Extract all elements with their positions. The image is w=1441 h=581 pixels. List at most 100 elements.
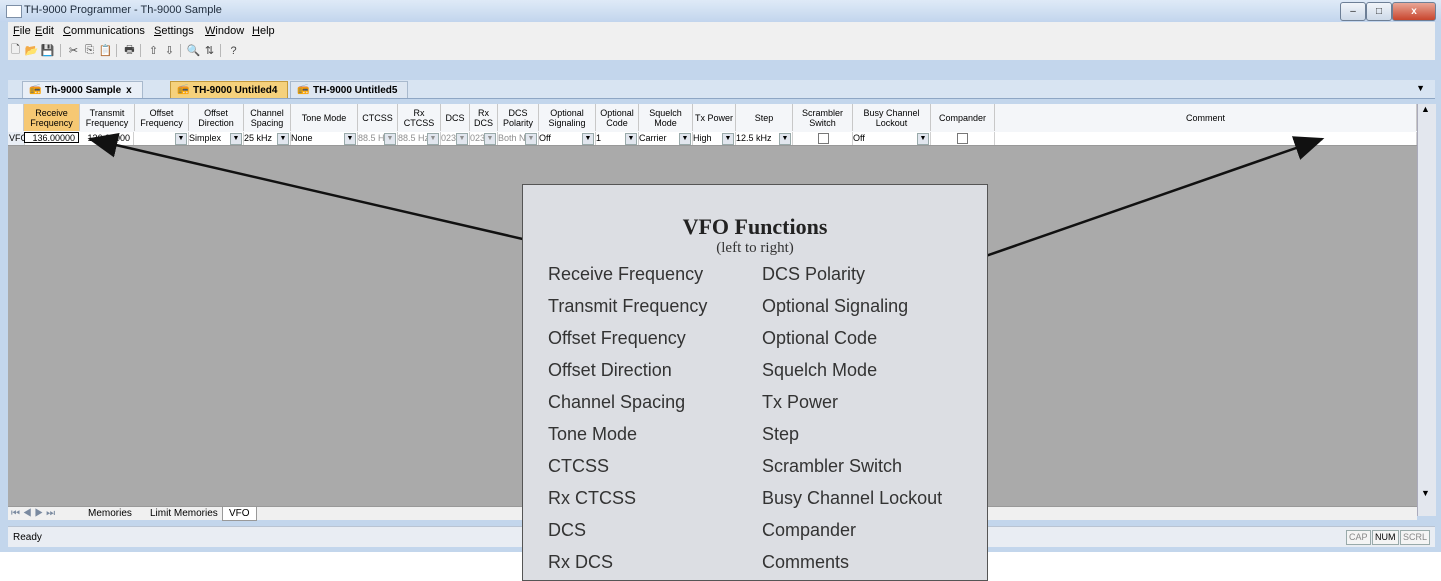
header-optional-signaling[interactable]: Optional Signaling <box>539 104 596 131</box>
dropdown-arrow-icon[interactable]: ▼ <box>384 133 396 145</box>
print-icon[interactable]: 🖶 <box>122 43 137 58</box>
cell-comment[interactable] <box>995 132 1417 145</box>
dropdown-arrow-icon[interactable]: ▼ <box>722 133 734 145</box>
dropdown-arrow-icon[interactable]: ▼ <box>525 133 537 145</box>
sheet-nav-icon[interactable]: ⏮ ◀ ▶ ⏭ <box>11 507 55 520</box>
sheet-tab-limit-memories[interactable]: Limit Memories <box>150 507 218 520</box>
cell-value: None <box>291 133 313 143</box>
cell-offset-frequency[interactable]: ▼ <box>135 132 189 145</box>
close-button[interactable]: x <box>1392 2 1436 21</box>
header-busy-channel-lockout[interactable]: Busy Channel Lockout <box>853 104 931 131</box>
find-icon[interactable]: 🔍 <box>186 43 201 58</box>
open-icon[interactable]: 📂 <box>24 43 39 58</box>
cell-dcs[interactable]: 023 ▼ <box>441 132 470 145</box>
move-down-icon[interactable]: ⇩ <box>162 43 177 58</box>
cell-value: Carrier <box>639 133 667 143</box>
function-label: Rx DCS <box>548 552 614 572</box>
cell-step[interactable]: 12.5 kHz ▼ <box>736 132 793 145</box>
header-step[interactable]: Step <box>736 104 793 131</box>
header-offset-direction[interactable]: Offset Direction <box>189 104 244 131</box>
scrambler-checkbox[interactable] <box>818 133 829 144</box>
menu-communications[interactable]: Communications <box>63 25 145 37</box>
header-tx-power[interactable]: Tx Power <box>693 104 736 131</box>
header-rx-dcs[interactable]: Rx DCS <box>470 104 498 131</box>
paste-icon[interactable]: 📋 <box>98 43 113 58</box>
dropdown-arrow-icon[interactable]: ▼ <box>230 133 242 145</box>
header-transmit-frequency[interactable]: Transmit Frequency <box>80 104 135 131</box>
menu-help[interactable]: Help <box>252 25 275 37</box>
help-icon[interactable]: ? <box>226 43 241 58</box>
tab-untitled5[interactable]: 📻 TH-9000 Untitled5 <box>290 81 409 98</box>
cell-channel-spacing[interactable]: 25 kHz ▼ <box>244 132 291 145</box>
cell-offset-direction[interactable]: Simplex ▼ <box>189 132 244 145</box>
menu-edit[interactable]: Edit <box>35 25 54 37</box>
menu-file[interactable]: File <box>13 25 31 37</box>
dropdown-arrow-icon[interactable]: ▼ <box>427 133 439 145</box>
cell-busy-channel-lockout[interactable]: Off ▼ <box>853 132 931 145</box>
cell-tx-power[interactable]: High ▼ <box>693 132 736 145</box>
cell-optional-code[interactable]: 1 ▼ <box>596 132 639 145</box>
vertical-scrollbar[interactable]: ▲ ▼ <box>1417 104 1436 516</box>
menu-window[interactable]: Window <box>205 25 244 37</box>
dropdown-arrow-icon[interactable]: ▼ <box>917 133 929 145</box>
cell-ctcss[interactable]: 88.5 Hz ▼ <box>358 132 398 145</box>
header-dcs-polarity[interactable]: DCS Polarity <box>498 104 539 131</box>
cell-compander[interactable] <box>931 132 995 145</box>
header-compander[interactable]: Compander <box>931 104 995 131</box>
copy-icon[interactable]: ⎘ <box>82 43 97 58</box>
menu-settings[interactable]: Settings <box>154 25 194 37</box>
row-header-vfo[interactable]: VFO <box>8 132 25 145</box>
cell-squelch-mode[interactable]: Carrier ▼ <box>639 132 693 145</box>
header-tone-mode[interactable]: Tone Mode <box>291 104 358 131</box>
cell-transmit-frequency[interactable]: 136.00000 <box>80 132 134 145</box>
sort-icon[interactable]: ⇅ <box>202 43 217 58</box>
cell-tone-mode[interactable]: None ▼ <box>291 132 358 145</box>
toolbar-separator <box>116 44 117 57</box>
function-label: DCS <box>548 520 587 540</box>
cell-scrambler-switch[interactable] <box>793 132 853 145</box>
header-channel-spacing[interactable]: Channel Spacing <box>244 104 291 131</box>
dropdown-arrow-icon[interactable]: ▼ <box>175 133 187 145</box>
header-squelch-mode[interactable]: Squelch Mode <box>639 104 693 131</box>
header-optional-code[interactable]: Optional Code <box>596 104 639 131</box>
cell-rx-ctcss[interactable]: 88.5 Hz ▼ <box>398 132 441 145</box>
radio-icon: 📻 <box>29 84 42 95</box>
header-receive-frequency[interactable]: Receive Frequency <box>24 104 80 131</box>
cut-icon[interactable]: ✂ <box>66 43 81 58</box>
dropdown-arrow-icon[interactable]: ▼ <box>344 133 356 145</box>
dropdown-arrow-icon[interactable]: ▼ <box>779 133 791 145</box>
tab-untitled4[interactable]: 📻 TH-9000 Untitled4 <box>170 81 289 98</box>
header-dcs[interactable]: DCS <box>441 104 470 131</box>
save-icon[interactable]: 💾 <box>40 43 55 58</box>
tab-th-9000-sample[interactable]: 📻 Th-9000 Sample x <box>22 81 143 98</box>
tab-close-icon[interactable]: x <box>126 85 132 96</box>
sheet-tab-vfo[interactable]: VFO <box>222 507 257 521</box>
new-icon[interactable]: 🗋 <box>8 43 23 58</box>
scroll-up-icon[interactable]: ▲ <box>1421 104 1430 114</box>
dropdown-arrow-icon[interactable]: ▼ <box>456 133 468 145</box>
compander-checkbox[interactable] <box>957 133 968 144</box>
function-label: Squelch Mode <box>762 360 878 380</box>
dropdown-arrow-icon[interactable]: ▼ <box>625 133 637 145</box>
dropdown-arrow-icon[interactable]: ▼ <box>484 133 496 145</box>
header-offset-frequency[interactable]: Offset Frequency <box>135 104 189 131</box>
cell-receive-frequency[interactable]: 136.00000 <box>24 132 79 143</box>
sheet-tab-memories[interactable]: Memories <box>88 507 132 520</box>
tab-list-dropdown-icon[interactable]: ▼ <box>1416 83 1425 93</box>
header-comment[interactable]: Comment <box>995 104 1417 131</box>
dropdown-arrow-icon[interactable]: ▼ <box>679 133 691 145</box>
cell-rx-dcs[interactable]: 023 ▼ <box>470 132 498 145</box>
title-bar[interactable]: TH-9000 Programmer - Th-9000 Sample – □ … <box>0 0 1441 22</box>
header-rx-ctcss[interactable]: Rx CTCSS <box>398 104 441 131</box>
dropdown-arrow-icon[interactable]: ▼ <box>277 133 289 145</box>
minimize-button[interactable]: – <box>1340 2 1366 21</box>
cell-dcs-polarity[interactable]: Both N ▼ <box>498 132 539 145</box>
header-scrambler-switch[interactable]: Scrambler Switch <box>793 104 853 131</box>
header-ctcss[interactable]: CTCSS <box>358 104 398 131</box>
move-up-icon[interactable]: ⇧ <box>146 43 161 58</box>
header-corner[interactable] <box>8 104 24 131</box>
scroll-down-icon[interactable]: ▼ <box>1421 488 1430 498</box>
cell-optional-signaling[interactable]: Off ▼ <box>539 132 596 145</box>
dropdown-arrow-icon[interactable]: ▼ <box>582 133 594 145</box>
maximize-button[interactable]: □ <box>1366 2 1392 21</box>
